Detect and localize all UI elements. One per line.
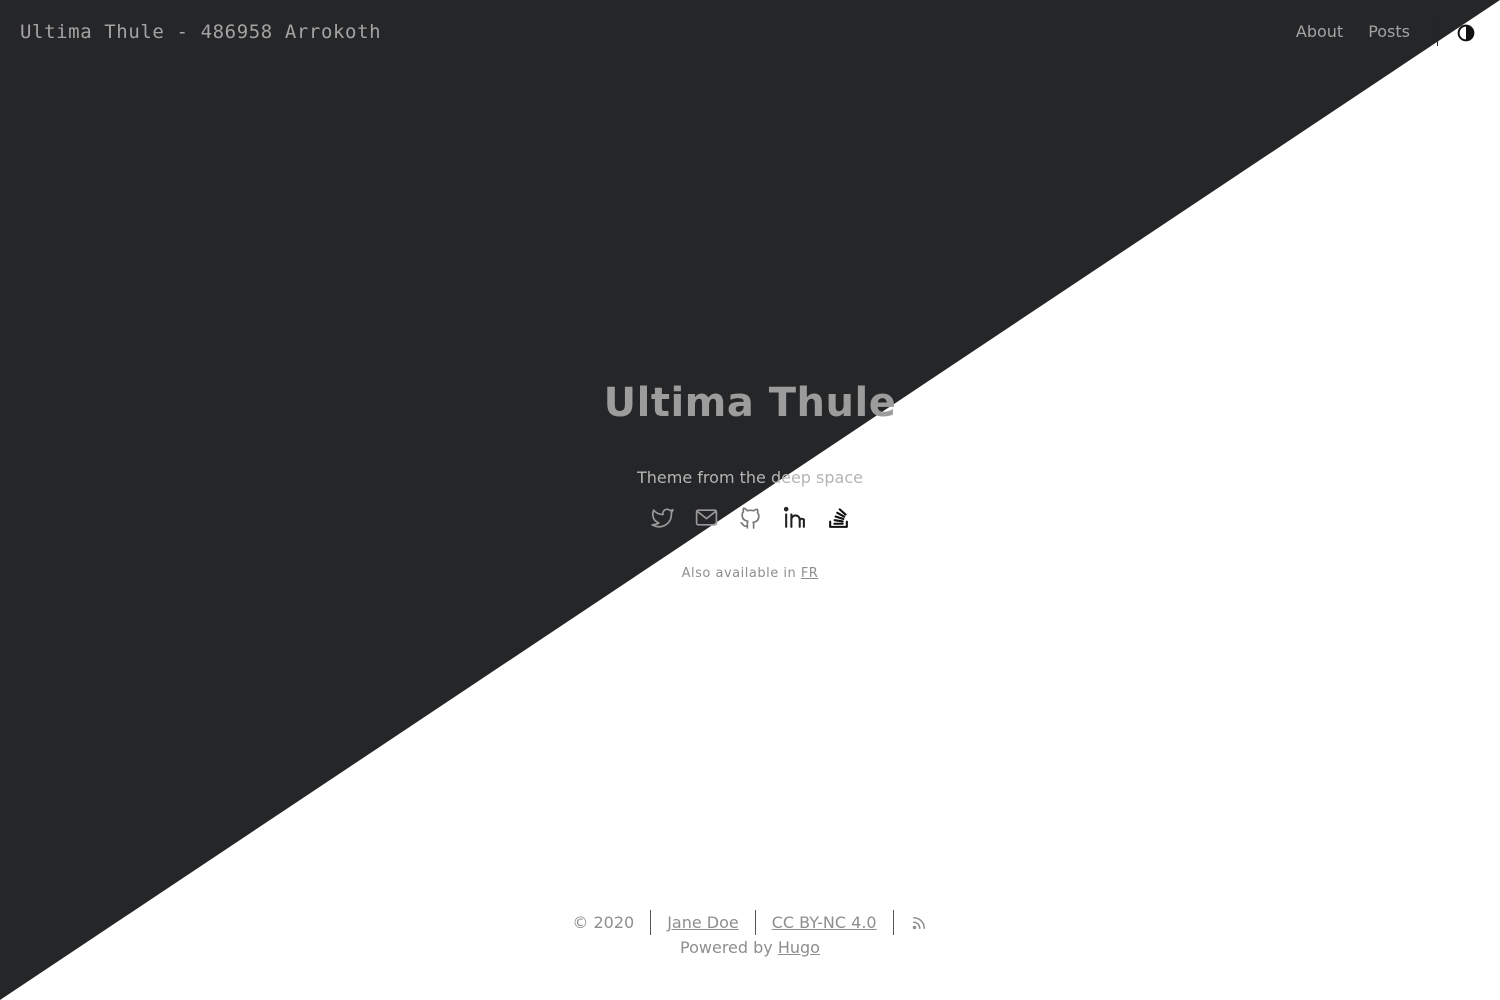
site-title-link[interactable]: Ultima Thule - 486958 Arrokoth [20, 21, 381, 43]
main-nav: About Posts [1296, 22, 1410, 41]
footer-license-wrap: CC BY-NC 4.0 [756, 913, 893, 932]
author-link[interactable]: Jane Doe [667, 913, 739, 932]
language-link-fr[interactable]: FR [801, 566, 819, 581]
language-switch: Also available in FR [0, 566, 1500, 581]
nav-item-posts[interactable]: Posts [1368, 22, 1410, 41]
footer-row: © 2020 Jane Doe CC BY-NC 4.0 [0, 910, 1500, 935]
mail-icon [695, 509, 717, 526]
site-footer: © 2020 Jane Doe CC BY-NC 4.0 Powered by … [0, 910, 1500, 960]
github-link[interactable] [738, 505, 763, 530]
rss-link[interactable] [910, 913, 928, 932]
diagonal-background [0, 0, 1500, 1000]
twitter-icon [650, 508, 674, 528]
rss-icon [912, 917, 925, 930]
powered-prefix: Powered by [680, 938, 773, 957]
stackoverflow-link[interactable] [826, 505, 851, 530]
page: Ultima Thule - 486958 Arrokoth About Pos… [0, 0, 1500, 1000]
license-link[interactable]: CC BY-NC 4.0 [772, 913, 877, 932]
hero-subtitle: Theme from the deep space [637, 468, 863, 487]
hero-title: Ultima Thule [603, 380, 897, 426]
twitter-link[interactable] [650, 505, 675, 530]
hero-section: Ultima Thule Theme from the deep space A… [0, 380, 1500, 581]
copyright: © 2020 [572, 913, 635, 932]
language-prefix: Also available in [681, 566, 797, 581]
linkedin-icon [783, 506, 805, 528]
contrast-icon[interactable] [1457, 24, 1475, 42]
stackoverflow-icon [828, 508, 848, 528]
social-links [0, 505, 1500, 530]
email-link[interactable] [694, 505, 719, 530]
nav-divider [1437, 21, 1438, 46]
powered-by: Powered by Hugo [0, 935, 1500, 960]
footer-rss-wrap [894, 913, 944, 933]
linkedin-link[interactable] [782, 505, 807, 530]
github-icon [739, 507, 760, 529]
hugo-link[interactable]: Hugo [778, 938, 820, 957]
nav-item-about[interactable]: About [1296, 22, 1343, 41]
footer-author-wrap: Jane Doe [651, 913, 755, 932]
site-header: Ultima Thule - 486958 Arrokoth About Pos… [0, 0, 1500, 67]
